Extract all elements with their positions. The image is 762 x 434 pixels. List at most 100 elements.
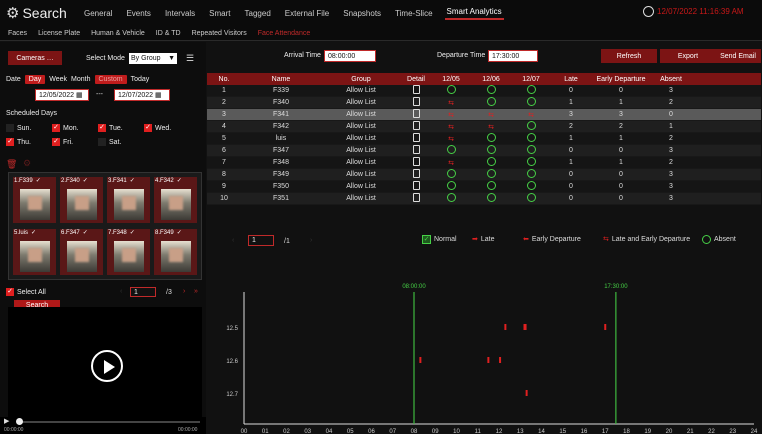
day-thu[interactable]: ✓ Thu.	[6, 138, 31, 146]
date-tab-day[interactable]: Day	[24, 75, 46, 84]
refresh-button[interactable]: Refresh	[601, 49, 657, 63]
play-small-icon[interactable]: ▶	[4, 417, 9, 425]
arrival-time-input[interactable]: 08:00:00	[324, 50, 376, 62]
table-row[interactable]: 1 F339 Allow List 0 0 3	[207, 85, 761, 97]
departure-time-input[interactable]: 17:30:00	[488, 50, 538, 62]
play-button[interactable]	[91, 350, 123, 382]
table-row[interactable]: 4 F342 Allow List ⇆ ⇆ 2 2 1	[207, 120, 761, 133]
face-thumbnail[interactable]: 7.F348 ✓	[107, 229, 150, 275]
cell-name: F349	[241, 168, 321, 181]
end-date-input[interactable]: 12/07/2022 ▦	[114, 89, 170, 101]
cameras-button[interactable]: Cameras …	[8, 51, 62, 65]
table-row[interactable]: 7 F348 Allow List ⇆ 1 1 2	[207, 156, 761, 169]
face-thumbnail[interactable]: 8.F349 ✓	[154, 229, 197, 275]
col-header[interactable]: 12/06	[471, 73, 511, 85]
nav-general[interactable]: General	[82, 9, 114, 18]
seek-bar[interactable]	[18, 421, 200, 423]
table-prev-icon[interactable]: ‹	[232, 237, 234, 244]
nav-external-file[interactable]: External File	[283, 9, 331, 18]
day-fri[interactable]: ✓ Fri.	[52, 138, 73, 146]
nav-tagged[interactable]: Tagged	[243, 9, 273, 18]
detail-icon[interactable]	[412, 145, 420, 154]
date-tab-today[interactable]: Today	[131, 76, 150, 83]
select-mode-dropdown[interactable]: By Group ▼	[129, 53, 177, 64]
legend-late-early-label: Late and Early Departure	[611, 235, 691, 243]
date-tab-custom[interactable]: Custom	[94, 75, 127, 84]
col-header[interactable]: 12/07	[511, 73, 551, 85]
nav-time-slice[interactable]: Time-Slice	[393, 9, 434, 18]
settings-icon[interactable]: ⚙	[23, 158, 31, 169]
next-page-icon[interactable]: ›	[183, 288, 185, 295]
subtab-id-td[interactable]: ID & TD	[156, 30, 181, 37]
send-email-button[interactable]: Send Email	[715, 49, 761, 63]
normal-status-icon	[446, 193, 456, 202]
col-header[interactable]: Early Departure	[591, 73, 651, 85]
nav-events[interactable]: Events	[124, 9, 152, 18]
checkbox-icon: ✓	[6, 138, 14, 146]
table-page-input[interactable]: 1	[248, 235, 274, 246]
day-sun[interactable]: Sun.	[6, 124, 31, 132]
table-row[interactable]: 2 F340 Allow List ⇆ 1 1 2	[207, 96, 761, 109]
subtab-human-vehicle[interactable]: Human & Vehicle	[91, 30, 145, 37]
select-all[interactable]: ✓ Select All	[6, 288, 46, 296]
seek-handle[interactable]	[16, 418, 23, 425]
subtab-repeated-visitors[interactable]: Repeated Visitors	[192, 30, 247, 37]
prev-page-icon[interactable]: ‹	[120, 288, 122, 295]
col-header[interactable]: Name	[241, 73, 321, 85]
cell-detail	[401, 96, 431, 109]
delete-icon[interactable]: 🗑	[6, 159, 17, 170]
nav-smart[interactable]: Smart	[207, 9, 232, 18]
face-thumbnail[interactable]: 5.luis ✓	[13, 229, 56, 275]
date-tab-week[interactable]: Week	[49, 76, 67, 83]
start-date-input[interactable]: 12/05/2022 ▦	[35, 89, 89, 101]
table-row[interactable]: 5 luis Allow List ⇆ 1 1 2	[207, 132, 761, 145]
detail-icon[interactable]	[412, 193, 420, 202]
detail-icon[interactable]	[412, 85, 420, 94]
face-thumbnail[interactable]: 1.F339 ✓	[13, 177, 56, 223]
table-row[interactable]: 6 F347 Allow List 0 0 3	[207, 144, 761, 157]
subtab-face-attendance[interactable]: Face Attendance	[258, 30, 311, 37]
date-tab-month[interactable]: Month	[71, 76, 90, 83]
export-button[interactable]: Export	[660, 49, 716, 63]
table-row[interactable]: 3 F341 Allow List ⇆ ⇆ ⇆ 3 3 0	[207, 108, 761, 121]
day-wed[interactable]: ✓ Wed.	[144, 124, 171, 132]
table-next-icon[interactable]: ›	[310, 237, 312, 244]
face-thumbnail[interactable]: 4.F342 ✓	[154, 177, 197, 223]
col-header[interactable]: Late	[551, 73, 591, 85]
col-header[interactable]: No.	[207, 73, 241, 85]
detail-icon[interactable]	[412, 121, 420, 130]
col-header[interactable]: 12/05	[431, 73, 471, 85]
face-thumbnail[interactable]: 6.F347 ✓	[60, 229, 103, 275]
subtab-license-plate[interactable]: License Plate	[38, 30, 80, 37]
day-sat[interactable]: Sat.	[98, 138, 121, 146]
table-row[interactable]: 8 F349 Allow List 0 0 3	[207, 168, 761, 181]
cell-name: F339	[241, 85, 321, 97]
face-thumbnail[interactable]: 2.F340 ✓	[60, 177, 103, 223]
table-row[interactable]: 9 F350 Allow List 0 0 3	[207, 180, 761, 193]
day-mon[interactable]: ✓ Mon.	[52, 124, 79, 132]
page-input[interactable]: 1	[130, 287, 156, 297]
cell-early: 1	[591, 156, 651, 169]
time-marker-label: 17:30:00	[604, 284, 628, 290]
departure-label: Departure Time	[437, 52, 486, 59]
detail-icon[interactable]	[412, 97, 420, 106]
filter-icon[interactable]: ☰	[186, 53, 194, 64]
cell-detail	[401, 108, 431, 121]
detail-icon[interactable]	[412, 133, 420, 142]
last-page-icon[interactable]: »	[194, 288, 198, 295]
normal-status-icon	[486, 193, 496, 202]
face-thumbnail[interactable]: 3.F341 ✓	[107, 177, 150, 223]
nav-snapshots[interactable]: Snapshots	[341, 9, 383, 18]
detail-icon[interactable]	[412, 181, 420, 190]
col-header[interactable]: Group	[321, 73, 401, 85]
col-header[interactable]: Detail	[401, 73, 431, 85]
col-header[interactable]: Absent	[651, 73, 691, 85]
detail-icon[interactable]	[412, 169, 420, 178]
nav-smart-analytics[interactable]: Smart Analytics	[444, 7, 504, 20]
subtab-faces[interactable]: Faces	[8, 30, 27, 37]
detail-icon[interactable]	[412, 157, 420, 166]
day-tue[interactable]: ✓ Tue.	[98, 124, 123, 132]
nav-intervals[interactable]: Intervals	[163, 9, 197, 18]
detail-icon[interactable]	[412, 109, 420, 118]
table-row[interactable]: 10 F351 Allow List 0 0 3	[207, 192, 761, 205]
